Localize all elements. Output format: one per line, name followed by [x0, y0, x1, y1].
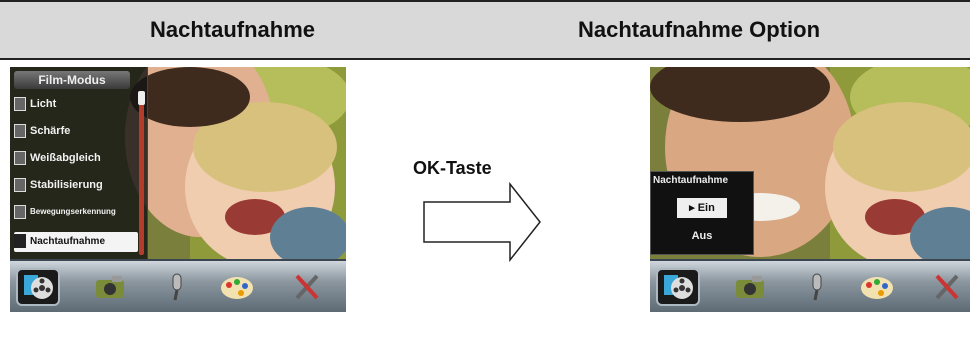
settings-tools-icon[interactable]: [285, 268, 329, 306]
menu-item-label: Stabilisierung: [30, 179, 103, 191]
settings-tools-icon[interactable]: [925, 268, 969, 306]
microphone-icon[interactable]: [155, 268, 199, 306]
photo-camera-icon[interactable]: [730, 268, 774, 306]
menu-item-motion-detect[interactable]: Bewegungserkennung: [14, 202, 138, 222]
header-bar: Nachtaufnahme Nachtaufnahme Option: [0, 0, 970, 60]
left-camera-screen: Film-Modus Licht Schärfe Weißabgleich St…: [10, 67, 346, 312]
menu-item-white-balance[interactable]: Weißabgleich: [14, 148, 138, 168]
sharpness-icon: [14, 124, 26, 139]
night-mode-icon: [14, 234, 26, 249]
palette-icon[interactable]: [855, 268, 899, 306]
film-mode-menu: Film-Modus Licht Schärfe Weißabgleich St…: [10, 67, 148, 259]
stabilization-icon: [14, 178, 26, 193]
menu-item-stabilization[interactable]: Stabilisierung: [14, 175, 138, 195]
menu-title: Film-Modus: [14, 71, 130, 89]
left-heading: Nachtaufnahme: [150, 17, 316, 42]
mode-dock: [650, 259, 970, 312]
palette-icon[interactable]: [215, 268, 259, 306]
menu-item-label: Licht: [30, 98, 57, 110]
microphone-icon[interactable]: [795, 268, 839, 306]
menu-item-label: Nachtaufnahme: [30, 236, 106, 247]
menu-item-sharpness[interactable]: Schärfe: [14, 121, 138, 141]
night-mode-options-popup: Nachtaufnahme ▸ Ein Aus: [650, 171, 754, 255]
right-camera-screen: Nachtaufnahme ▸ Ein Aus: [650, 67, 970, 312]
light-icon: [14, 97, 26, 112]
mode-dock: [10, 259, 346, 312]
menu-scrollbar[interactable]: [138, 91, 145, 255]
menu-item-label: Bewegungserkennung: [30, 207, 116, 216]
option-off[interactable]: Aus: [677, 226, 727, 246]
photo-camera-icon[interactable]: [90, 268, 134, 306]
popup-title: Nachtaufnahme: [653, 175, 729, 186]
film-reel-icon[interactable]: [656, 268, 700, 306]
arrow-right-icon: [423, 182, 541, 262]
white-balance-icon: [14, 151, 26, 166]
menu-item-label: Weißabgleich: [30, 152, 101, 164]
option-on[interactable]: ▸ Ein: [677, 198, 727, 218]
motion-detect-icon: [14, 204, 26, 219]
scrollbar-thumb[interactable]: [138, 91, 145, 105]
right-heading: Nachtaufnahme Option: [578, 17, 821, 42]
menu-item-night-mode[interactable]: Nachtaufnahme: [14, 232, 138, 252]
ok-key-label: OK-Taste: [413, 158, 492, 178]
menu-item-light[interactable]: Licht: [14, 94, 138, 114]
menu-item-label: Schärfe: [30, 125, 71, 137]
film-reel-icon[interactable]: [16, 268, 60, 306]
